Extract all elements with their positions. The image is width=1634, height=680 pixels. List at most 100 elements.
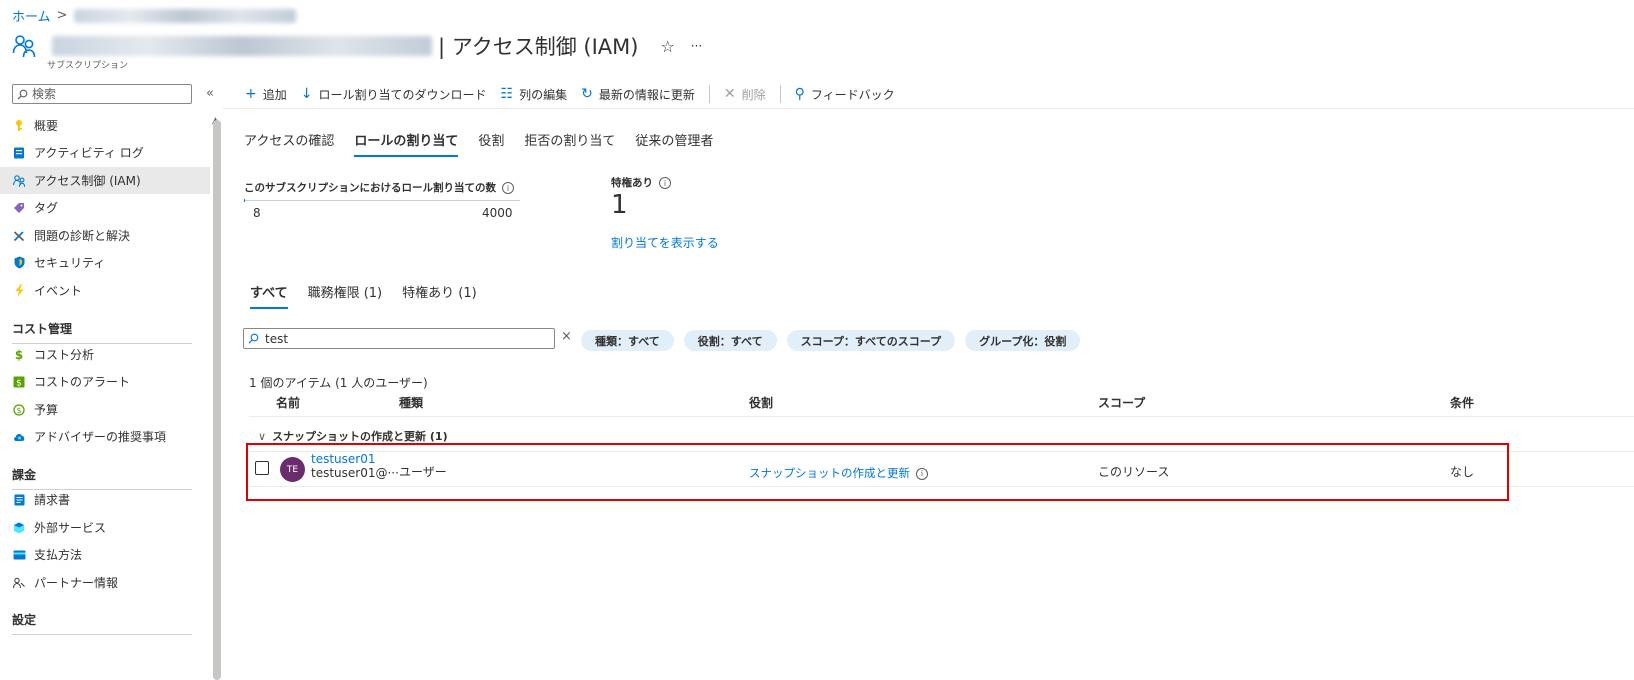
filter-pills: 種類：すべて 役割：すべて スコープ：すべてのスコープ グループ化：役割 <box>581 330 1081 351</box>
group-header[interactable]: ∨ スナップショットの作成と更新 (1) <box>258 428 448 444</box>
sidebar-item-advisor[interactable]: アドバイザーの推奨事項 <box>0 423 210 450</box>
privileged-label: 特権あり i <box>611 175 671 190</box>
role-link[interactable]: スナップショットの作成と更新 <box>749 466 910 480</box>
key-icon <box>12 119 26 132</box>
delete-label: 削除 <box>741 87 766 102</box>
sidebar-item-events[interactable]: イベント <box>0 277 210 304</box>
column-header-type[interactable]: 種類 <box>399 394 423 411</box>
assignment-subtabs: すべて 職務権限 (1) 特権あり (1) <box>250 282 477 309</box>
toolbar-divider-line <box>223 108 1634 109</box>
tab-check-access[interactable]: アクセスの確認 <box>244 130 334 157</box>
lightning-icon <box>12 284 26 297</box>
edit-columns-label: 列の編集 <box>519 87 568 102</box>
info-icon[interactable]: i <box>659 177 671 189</box>
tab-classic-administrators[interactable]: 従来の管理者 <box>635 130 713 157</box>
sidebar-item-label: 問題の診断と解決 <box>34 229 131 243</box>
sidebar-item-cost-alerts[interactable]: $ コストのアラート <box>0 368 210 395</box>
user-email: testuser01@··· <box>311 466 399 480</box>
filter-pill-type[interactable]: 種類：すべて <box>581 330 674 351</box>
info-icon[interactable]: i <box>916 467 928 480</box>
star-icon[interactable]: ☆ <box>660 37 674 56</box>
column-header-condition[interactable]: 条件 <box>1450 394 1474 411</box>
sidebar-item-label: アクセス制御 (IAM) <box>34 174 141 188</box>
filter-pill-group-by[interactable]: グループ化：役割 <box>965 330 1081 351</box>
sidebar-item-label: 支払方法 <box>34 548 83 562</box>
role-assignment-max: 4000 <box>482 206 513 220</box>
sidebar-item-activity-log[interactable]: アクティビティ ログ <box>0 139 210 166</box>
sidebar-item-external-services[interactable]: 外部サービス <box>0 514 210 541</box>
breadcrumb-resource-redacted[interactable] <box>73 8 296 23</box>
item-count: 1 個のアイテム (1 人のユーザー) <box>249 376 428 390</box>
collapse-sidebar-button[interactable]: « <box>206 86 214 101</box>
sidebar-item-tags[interactable]: タグ <box>0 194 210 221</box>
sidebar-item-label: コスト分析 <box>34 348 95 362</box>
sidebar-item-label: 概要 <box>34 119 59 133</box>
sidebar-item-diagnose[interactable]: 問題の診断と解決 <box>0 222 210 249</box>
edit-columns-button[interactable]: ☷ 列の編集 <box>501 86 568 103</box>
column-header-role[interactable]: 役割 <box>749 394 773 411</box>
refresh-label: 最新の情報に更新 <box>598 87 695 102</box>
filter-pill-scope[interactable]: スコープ：すべてのスコープ <box>786 330 956 351</box>
chevron-down-icon[interactable]: ∨ <box>258 430 266 443</box>
sidebar-item-label: 予算 <box>34 403 59 417</box>
sidebar-search-input[interactable] <box>32 87 182 101</box>
partner-icon <box>12 577 26 589</box>
breadcrumb-home[interactable]: ホーム <box>12 6 51 25</box>
sidebar-item-overview[interactable]: 概要 <box>0 112 210 139</box>
sidebar-item-label: 請求書 <box>34 493 71 507</box>
sidebar-item-invoices[interactable]: 請求書 <box>0 486 210 513</box>
sidebar-search[interactable] <box>12 84 192 104</box>
svg-text:$: $ <box>17 406 22 415</box>
clear-filter-icon[interactable]: × <box>561 329 572 344</box>
column-header-name[interactable]: 名前 <box>276 394 300 411</box>
sidebar-item-budgets[interactable]: $ 予算 <box>0 396 210 423</box>
toolbar-divider <box>779 85 781 103</box>
role-assignment-count-label: このサブスクリプションにおけるロール割り当ての数 i <box>244 180 514 195</box>
delete-x-icon: ✕ <box>723 86 736 102</box>
sidebar-item-cost-analysis[interactable]: $ コスト分析 <box>0 341 210 368</box>
tab-deny-assignments[interactable]: 拒否の割り当て <box>524 130 615 157</box>
feedback-button[interactable]: ⚲ フィードバック <box>795 86 895 103</box>
user-name-link[interactable]: testuser01 <box>311 452 376 466</box>
info-icon[interactable]: i <box>502 182 514 194</box>
filter-pill-role[interactable]: 役割：すべて <box>683 330 777 351</box>
condition-cell: なし <box>1450 465 1475 479</box>
sidebar-item-label: タグ <box>34 201 59 215</box>
search-icon <box>17 89 28 100</box>
role-assignment-usage-fill <box>244 199 245 202</box>
row-checkbox[interactable] <box>255 461 269 475</box>
filter-search-input[interactable] <box>265 331 545 346</box>
sidebar-item-security[interactable]: セキュリティ <box>0 249 210 276</box>
download-role-assignments-button[interactable]: ↓ ロール割り当てのダウンロード <box>301 86 487 103</box>
budget-icon: $ <box>12 403 26 416</box>
tab-roles[interactable]: 役割 <box>478 130 504 157</box>
people-icon <box>12 174 26 187</box>
user-type: ユーザー <box>399 465 447 479</box>
payment-icon <box>12 550 26 560</box>
delete-button[interactable]: ✕ 削除 <box>724 86 766 103</box>
download-icon: ↓ <box>300 86 313 102</box>
show-assignments-link[interactable]: 割り当てを表示する <box>611 234 719 251</box>
sidebar-item-label: コストのアラート <box>34 375 131 389</box>
subtab-privileged[interactable]: 特権あり (1) <box>402 282 477 309</box>
filter-search[interactable] <box>243 328 555 349</box>
privileged-label-text: 特権あり <box>611 177 653 189</box>
sidebar-item-label: イベント <box>34 284 83 298</box>
sidebar-item-payment-methods[interactable]: 支払方法 <box>0 541 210 568</box>
subtab-all[interactable]: すべて <box>250 282 288 309</box>
page-title: | アクセス制御 (IAM) <box>438 35 639 59</box>
column-header-scope[interactable]: スコープ <box>1098 394 1145 411</box>
sidebar-item-partner-info[interactable]: パートナー情報 <box>0 569 210 596</box>
breadcrumb-separator: > <box>56 8 68 23</box>
plus-icon: + <box>245 86 257 102</box>
sidebar-item-label: アドバイザーの推奨事項 <box>34 430 167 444</box>
sidebar-item-iam[interactable]: アクセス制御 (IAM) <box>0 167 210 194</box>
subscription-name-redacted <box>52 36 432 56</box>
sidebar-scrollbar[interactable] <box>213 120 221 680</box>
header-divider <box>249 416 1634 417</box>
add-button[interactable]: + 追加 <box>245 86 287 103</box>
refresh-button[interactable]: ↻ 最新の情報に更新 <box>581 86 695 103</box>
more-icon[interactable]: ··· <box>691 39 702 53</box>
subtab-job-function[interactable]: 職務権限 (1) <box>308 282 383 309</box>
tab-role-assignments[interactable]: ロールの割り当て <box>354 130 459 157</box>
